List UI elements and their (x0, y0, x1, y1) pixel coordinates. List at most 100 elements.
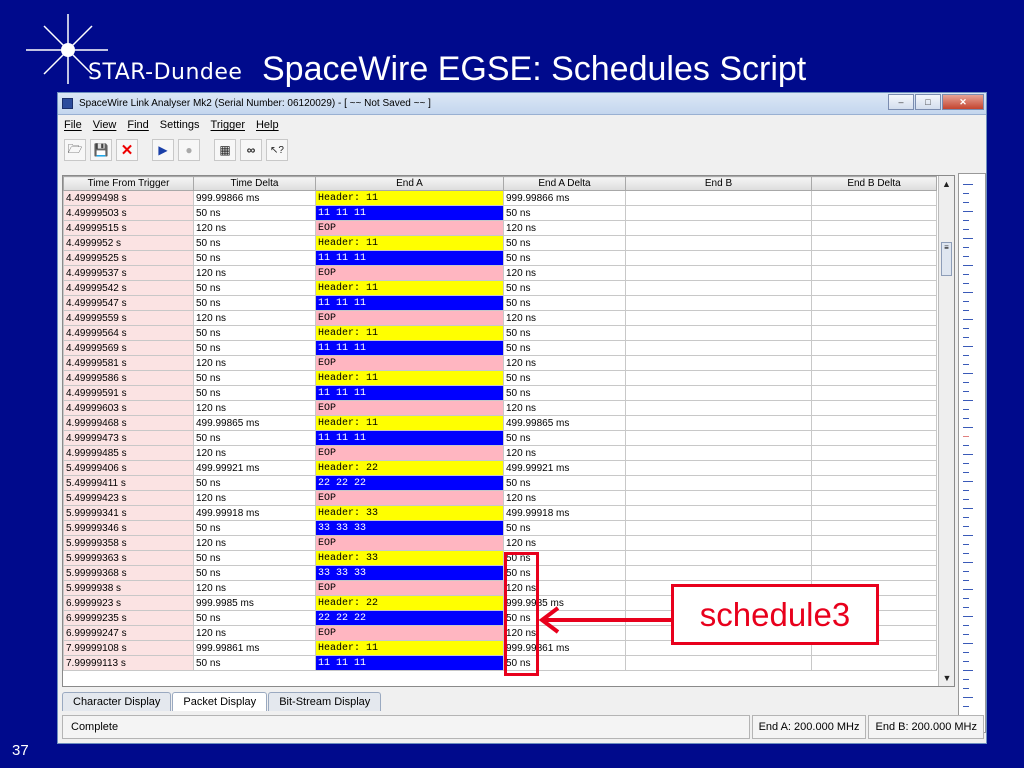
menu-trigger[interactable]: Trigger (211, 119, 245, 131)
table-row[interactable]: 4.49999564 s 50 ns Header: 11 50 ns (63, 325, 937, 341)
end-a-cell: 11 11 11 (315, 385, 504, 401)
time-delta-cell: 120 ns (193, 355, 316, 371)
open-icon[interactable]: 🗁 (64, 139, 86, 161)
end-b-delta-cell (811, 295, 937, 311)
table-row[interactable]: 4.49999498 s 999.99866 ms Header: 11 999.99… (63, 190, 937, 206)
end-a-cell: EOP (315, 310, 504, 326)
table-row[interactable]: 4.49999547 s 50 ns 11 11 11 50 ns (63, 295, 937, 311)
end-a-cell: Header: 11 (315, 235, 504, 251)
overview-marker (963, 400, 973, 401)
end-b-delta-cell (811, 340, 937, 356)
window-titlebar[interactable]: SpaceWire Link Analyser Mk2 (Serial Numb… (58, 93, 986, 115)
time-delta-cell: 499.99918 ms (193, 505, 316, 521)
table-row[interactable]: 4.49999515 s 120 ns EOP 120 ns (63, 220, 937, 236)
scroll-up-icon[interactable]: ▲ (939, 176, 954, 192)
end-a-cell: Header: 33 (315, 550, 504, 566)
calculator-icon[interactable]: ▦ (214, 139, 236, 161)
time-from-trigger-cell: 7.99999108 s (63, 640, 194, 656)
minimize-button[interactable]: – (888, 94, 914, 110)
overview-marker (963, 211, 973, 212)
vertical-scrollbar[interactable]: ▲ ≡ ▼ (938, 176, 954, 686)
table-row[interactable]: 4.4999952 s 50 ns Header: 11 50 ns (63, 235, 937, 251)
table-row[interactable]: 4.49999586 s 50 ns Header: 11 50 ns (63, 370, 937, 386)
table-row[interactable]: 7.99999113 s 50 ns 11 11 11 50 ns (63, 655, 937, 671)
table-row[interactable]: 5.49999411 s 50 ns 22 22 22 50 ns (63, 475, 937, 491)
time-delta-cell: 50 ns (193, 250, 316, 266)
table-row[interactable]: 4.49999537 s 120 ns EOP 120 ns (63, 265, 937, 281)
maximize-button[interactable]: □ (915, 94, 941, 110)
end-a-cell: Header: 11 (315, 190, 504, 206)
overview-marker (963, 427, 973, 428)
time-from-trigger-cell: 4.49999569 s (63, 340, 194, 356)
column-header[interactable]: Time Delta (193, 176, 316, 191)
table-row[interactable]: 4.99999473 s 50 ns 11 11 11 50 ns (63, 430, 937, 446)
menu-find[interactable]: Find (127, 119, 148, 131)
end-b-delta-cell (811, 400, 937, 416)
table-row[interactable]: 4.49999581 s 120 ns EOP 120 ns (63, 355, 937, 371)
table-row[interactable]: 4.49999559 s 120 ns EOP 120 ns (63, 310, 937, 326)
overview-marker (963, 301, 969, 302)
tab-packet-display[interactable]: Packet Display (172, 692, 268, 711)
table-row[interactable]: 4.49999591 s 50 ns 11 11 11 50 ns (63, 385, 937, 401)
table-row[interactable]: 4.49999525 s 50 ns 11 11 11 50 ns (63, 250, 937, 266)
status-bar: Complete End A: 200.000 MHz End B: 200.0… (62, 715, 984, 739)
overview-marker (963, 508, 973, 509)
overview-marker (963, 274, 969, 275)
table-row[interactable]: 5.99999368 s 50 ns 33 33 33 50 ns (63, 565, 937, 581)
end-a-delta-cell: 120 ns (503, 355, 626, 371)
table-row[interactable]: 5.99999346 s 50 ns 33 33 33 50 ns (63, 520, 937, 536)
table-row[interactable]: 4.49999569 s 50 ns 11 11 11 50 ns (63, 340, 937, 356)
tab-bar: Character Display Packet Display Bit-Str… (62, 689, 382, 711)
tab-character-display[interactable]: Character Display (62, 692, 172, 711)
overview-marker (963, 580, 969, 581)
scroll-thumb[interactable]: ≡ (941, 242, 952, 276)
menu-file[interactable]: File (64, 119, 82, 131)
app-icon (62, 98, 73, 109)
close-button[interactable]: ✕ (942, 94, 984, 110)
tab-bit-stream-display[interactable]: Bit-Stream Display (268, 692, 382, 711)
time-from-trigger-cell: 5.49999411 s (63, 475, 194, 491)
end-b-cell (625, 310, 812, 326)
save-icon[interactable]: 💾 (90, 139, 112, 161)
end-b-cell (625, 220, 812, 236)
overview-marker (963, 625, 969, 626)
table-row[interactable]: 4.99999468 s 499.99865 ms Header: 11 499.99… (63, 415, 937, 431)
slide-title: SpaceWire EGSE: Schedules Script (262, 50, 807, 88)
menu-help[interactable]: Help (256, 119, 279, 131)
column-header[interactable]: End A (315, 176, 504, 191)
overview-marker (963, 184, 973, 185)
stop-icon[interactable]: ● (178, 139, 200, 161)
help-pointer-icon[interactable]: ↖? (266, 139, 288, 161)
table-row[interactable]: 5.49999423 s 120 ns EOP 120 ns (63, 490, 937, 506)
table-row[interactable]: 5.99999358 s 120 ns EOP 120 ns (63, 535, 937, 551)
column-header[interactable]: End B Delta (811, 176, 937, 191)
play-icon[interactable]: ▶ (152, 139, 174, 161)
slide-number: 37 (12, 742, 29, 759)
time-delta-cell: 120 ns (193, 625, 316, 641)
menu-settings[interactable]: Settings (160, 119, 200, 131)
time-delta-cell: 50 ns (193, 610, 316, 626)
end-b-cell (625, 565, 812, 581)
table-row[interactable]: 5.49999406 s 499.99921 ms Header: 22 499.99… (63, 460, 937, 476)
overview-marker (963, 382, 969, 383)
binoculars-icon[interactable]: ∞ (240, 139, 262, 161)
table-row[interactable]: 4.99999485 s 120 ns EOP 120 ns (63, 445, 937, 461)
table-row[interactable]: 5.99999363 s 50 ns Header: 33 50 ns (63, 550, 937, 566)
menu-view[interactable]: View (93, 119, 117, 131)
end-b-cell (625, 400, 812, 416)
table-row[interactable]: 4.49999503 s 50 ns 11 11 11 50 ns (63, 205, 937, 221)
end-b-delta-cell (811, 535, 937, 551)
column-header[interactable]: End B (625, 176, 812, 191)
end-a-delta-cell: 50 ns (503, 235, 626, 251)
column-header[interactable]: Time From Trigger (63, 176, 194, 191)
delete-icon[interactable]: ✕ (116, 139, 138, 161)
table-row[interactable]: 4.49999542 s 50 ns Header: 11 50 ns (63, 280, 937, 296)
column-header[interactable]: End A Delta (503, 176, 626, 191)
time-delta-cell: 50 ns (193, 370, 316, 386)
end-b-cell (625, 355, 812, 371)
overview-strip[interactable] (958, 173, 986, 733)
table-row[interactable]: 4.49999603 s 120 ns EOP 120 ns (63, 400, 937, 416)
overview-marker (963, 445, 969, 446)
table-row[interactable]: 5.99999341 s 499.99918 ms Header: 33 499.99… (63, 505, 937, 521)
scroll-down-icon[interactable]: ▼ (939, 670, 954, 686)
